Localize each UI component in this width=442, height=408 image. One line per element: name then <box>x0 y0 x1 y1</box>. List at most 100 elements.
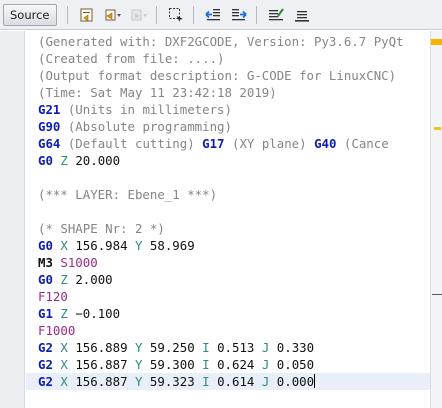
select-region-button[interactable] <box>166 5 186 25</box>
code-token-gcode: G2 <box>38 340 53 355</box>
back-history-button[interactable] <box>77 5 97 25</box>
code-line[interactable]: 14M3 S1000 <box>26 254 430 271</box>
code-line[interactable]: 17G1 Z −0.100 <box>26 305 430 322</box>
code-token-gcode: G17 <box>202 136 225 151</box>
code-token-gcode: G0 <box>38 272 53 287</box>
code-area[interactable]: 1(Generated with: DXF2GCODE, Version: Py… <box>26 31 430 408</box>
code-token-axis: J <box>254 374 277 389</box>
code-token-feed: F1000 <box>38 323 76 338</box>
code-line[interactable]: 7G64 (Default cutting) G17 (XY plane) G4… <box>26 135 430 152</box>
code-token-axis: X <box>52 357 76 372</box>
code-line[interactable]: 8G0 Z 20.000 <box>26 152 430 169</box>
code-line[interactable]: 10(*** LAYER: Ebene_1 ***) <box>26 186 430 203</box>
code-line[interactable]: 21G2 X 156.887 Y 59.323 I 0.614 J 0.000 <box>26 373 430 390</box>
code-token-gcode: G64 <box>38 136 61 151</box>
code-token-axis: X <box>52 374 76 389</box>
code-token-gcode: G0 <box>38 153 53 168</box>
back-arrow-dropdown-icon <box>105 9 121 20</box>
back-history-icon <box>80 8 92 22</box>
code-token-comment: (Cance <box>336 136 389 151</box>
code-token-num: 59.323 <box>149 374 195 389</box>
source-tab[interactable]: Source <box>3 3 57 26</box>
code-token-num: 0.624 <box>217 357 255 372</box>
code-token-axis: J <box>254 357 277 372</box>
code-token-comment: (Generated with: DXF2GCODE, Version: Py3… <box>38 34 404 49</box>
code-token-axis: I <box>194 374 218 389</box>
code-line[interactable]: 2(Created from file: ....) <box>26 50 430 67</box>
code-text: G21 (Units in millimeters) <box>38 101 232 118</box>
warning-marker[interactable] <box>434 127 441 130</box>
select-region-icon <box>168 7 183 22</box>
code-line[interactable]: 12(* SHAPE Nr: 2 *) <box>26 220 430 237</box>
code-token-num: 156.887 <box>75 374 128 389</box>
code-line[interactable]: 6G90 (Absolute programming) <box>26 118 430 135</box>
code-token-gcode: G0 <box>38 238 53 253</box>
code-token-gcode: G1 <box>38 306 53 321</box>
code-token-comment: (Absolute programming) <box>60 119 232 134</box>
error-stripe[interactable] <box>430 31 442 408</box>
uncomment-button[interactable] <box>292 5 312 25</box>
code-text: G1 Z −0.100 <box>38 305 120 322</box>
code-line[interactable]: 1(Generated with: DXF2GCODE, Version: Py… <box>26 33 430 50</box>
warning-summary-marker[interactable] <box>431 39 442 45</box>
code-token-axis: Z <box>52 306 76 321</box>
code-text: G0 Z 20.000 <box>38 152 120 169</box>
comment-button[interactable] <box>266 5 286 25</box>
code-token-num: 58.969 <box>149 238 195 253</box>
code-token-mcode: M3 <box>38 255 53 270</box>
code-token-feed: S1000 <box>52 255 98 270</box>
shift-left-icon <box>204 8 220 20</box>
text-caret <box>314 374 316 388</box>
code-text: (Time: Sat May 11 23:42:18 2019) <box>38 84 277 101</box>
code-token-axis: X <box>52 238 76 253</box>
code-line[interactable]: 20G2 X 156.887 Y 59.300 I 0.624 J 0.050 <box>26 356 430 373</box>
forward-dropdown-button[interactable] <box>129 5 149 25</box>
code-token-comment: (Default cutting) <box>60 136 203 151</box>
code-text: G0 X 156.984 Y 58.969 <box>38 237 195 254</box>
shift-right-button[interactable] <box>229 5 249 25</box>
comment-icon <box>268 7 284 20</box>
code-token-comment: (Output format description: G-CODE for L… <box>38 68 397 83</box>
code-token-gcode: G2 <box>38 374 53 389</box>
code-text: (Created from file: ....) <box>38 50 225 67</box>
code-token-axis: Y <box>127 340 150 355</box>
code-line[interactable]: 15G0 Z 2.000 <box>26 271 430 288</box>
code-line[interactable]: 19G2 X 156.889 Y 59.250 I 0.513 J 0.330 <box>26 339 430 356</box>
code-editor[interactable]: 1(Generated with: DXF2GCODE, Version: Py… <box>0 31 442 408</box>
toolbar-separator <box>255 5 257 24</box>
code-line[interactable]: 3(Output format description: G-CODE for … <box>26 67 430 84</box>
code-token-comment: (Time: Sat May 11 23:42:18 2019) <box>38 85 277 100</box>
code-token-num: 59.250 <box>149 340 195 355</box>
code-token-num: 59.300 <box>149 357 195 372</box>
code-token-axis: I <box>194 357 218 372</box>
code-token-gcode: G90 <box>38 119 61 134</box>
code-line[interactable]: 5G21 (Units in millimeters) <box>26 101 430 118</box>
forward-arrow-dropdown-icon <box>131 9 147 20</box>
shift-left-button[interactable] <box>203 5 223 25</box>
line-number-gutter <box>0 31 25 408</box>
code-token-num: −0.100 <box>75 306 121 321</box>
code-text: (Generated with: DXF2GCODE, Version: Py3… <box>38 33 404 50</box>
code-token-num: 0.330 <box>276 340 315 355</box>
code-text: G64 (Default cutting) G17 (XY plane) G40… <box>38 135 389 152</box>
code-text: F120 <box>38 288 68 305</box>
code-line[interactable]: 16F120 <box>26 288 430 305</box>
toolbar-separator <box>66 5 68 24</box>
code-token-num: 156.889 <box>75 340 128 355</box>
caret-position-marker <box>432 294 442 295</box>
code-token-comment: (*** LAYER: Ebene_1 ***) <box>38 187 218 202</box>
code-line[interactable]: 4(Time: Sat May 11 23:42:18 2019) <box>26 84 430 101</box>
code-token-axis: J <box>254 340 277 355</box>
code-text: G2 X 156.889 Y 59.250 I 0.513 J 0.330 <box>38 339 314 356</box>
back-dropdown-button[interactable] <box>103 5 123 25</box>
code-text: (Output format description: G-CODE for L… <box>38 67 396 84</box>
code-token-num: 0.050 <box>276 357 315 372</box>
code-token-num: 2.000 <box>75 272 113 287</box>
code-token-num: 20.000 <box>75 153 121 168</box>
code-token-axis: I <box>194 340 218 355</box>
code-line[interactable]: 11 <box>26 203 430 220</box>
uncomment-icon <box>294 10 309 22</box>
code-line[interactable]: 9 <box>26 169 430 186</box>
code-line[interactable]: 13G0 X 156.984 Y 58.969 <box>26 237 430 254</box>
code-line[interactable]: 18F1000 <box>26 322 430 339</box>
